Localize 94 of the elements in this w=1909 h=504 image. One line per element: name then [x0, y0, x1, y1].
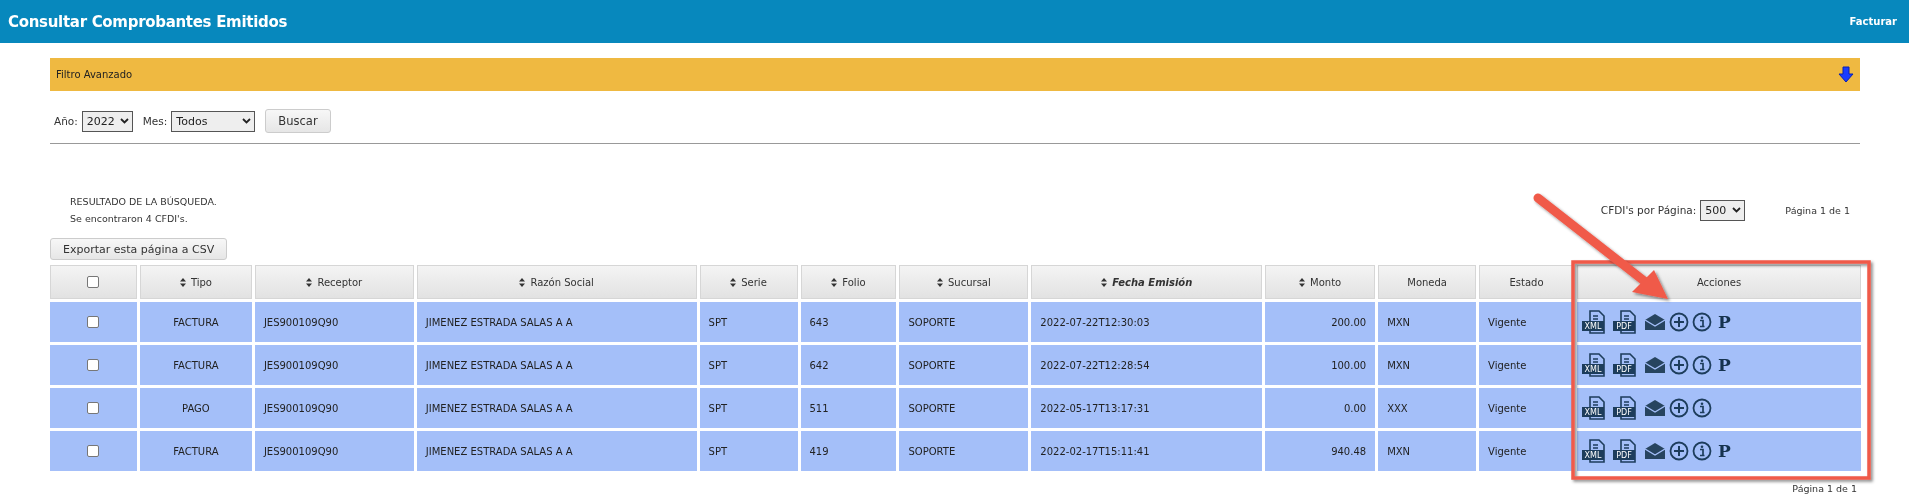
table-cell: FACTURA — [139, 302, 252, 342]
filter-title: Filtro Avanzado — [56, 69, 133, 80]
info-icon[interactable] — [1692, 398, 1713, 418]
table-cell: MXN — [1378, 431, 1477, 471]
sort-icon[interactable] — [1101, 278, 1108, 287]
table-cell: 643 — [800, 302, 897, 342]
column-header[interactable]: Serie — [699, 265, 798, 299]
sort-icon[interactable] — [730, 278, 737, 287]
envelope-icon[interactable] — [1644, 442, 1667, 460]
caret-icon — [242, 118, 252, 124]
table-cell: SPT — [699, 388, 798, 428]
sort-icon[interactable] — [306, 278, 313, 287]
table-cell: JIMENEZ ESTRADA SALAS A A — [416, 431, 697, 471]
table-cell: MXN — [1378, 345, 1477, 385]
row-checkbox[interactable] — [87, 316, 100, 328]
table-cell: FACTURA — [139, 345, 252, 385]
envelope-icon[interactable] — [1644, 313, 1667, 331]
plus-circle-icon[interactable] — [1669, 441, 1690, 461]
table-cell: JIMENEZ ESTRADA SALAS A A — [416, 302, 697, 342]
table-cell: JES900109Q90 — [254, 345, 414, 385]
plus-circle-icon[interactable] — [1669, 355, 1690, 375]
month-label: Mes: — [142, 115, 168, 127]
sort-icon[interactable] — [519, 278, 526, 287]
table-cell: SOPORTE — [899, 431, 1029, 471]
sort-icon[interactable] — [1299, 278, 1306, 287]
table-cell: 511 — [800, 388, 897, 428]
table-cell: 642 — [800, 345, 897, 385]
row-checkbox[interactable] — [87, 359, 100, 371]
table-cell: JIMENEZ ESTRADA SALAS A A — [416, 388, 697, 428]
column-header[interactable]: Fecha Emisión — [1031, 265, 1263, 299]
info-icon[interactable] — [1692, 441, 1713, 461]
p-letter-icon[interactable]: P — [1718, 355, 1731, 375]
sort-icon[interactable] — [937, 278, 943, 287]
info-icon[interactable] — [1692, 355, 1713, 375]
caret-icon — [1732, 207, 1742, 213]
table-cell: 2022-07-22T12:28:54 — [1031, 345, 1263, 385]
table-cell: MXN — [1378, 302, 1477, 342]
column-header[interactable]: Monto — [1265, 265, 1376, 299]
page-info: Página 1 de 1 — [1785, 204, 1850, 216]
table-cell: SOPORTE — [899, 388, 1029, 428]
table-cell: XXX — [1378, 388, 1477, 428]
per-page-label: CFDI's por Página: — [1600, 204, 1697, 216]
table-cell: JES900109Q90 — [254, 431, 414, 471]
table-cell: SOPORTE — [899, 345, 1029, 385]
page-info: Página 1 de 1 — [1792, 482, 1857, 496]
envelope-icon[interactable] — [1644, 356, 1667, 374]
p-letter-icon[interactable]: P — [1718, 441, 1731, 461]
plus-circle-icon[interactable] — [1669, 312, 1690, 332]
month-select[interactable]: Todos — [171, 110, 256, 132]
year-select[interactable]: 2022 — [81, 110, 133, 132]
column-header: Acciones — [1577, 265, 1861, 299]
plus-circle-icon[interactable] — [1669, 398, 1690, 418]
column-header[interactable]: Folio — [800, 265, 897, 299]
table-cell: 419 — [800, 431, 897, 471]
table-cell: FACTURA — [139, 431, 252, 471]
table-cell: JES900109Q90 — [254, 388, 414, 428]
column-header[interactable]: Tipo — [139, 265, 252, 299]
table-cell: 940.48 — [1265, 431, 1376, 471]
export-csv-button[interactable]: Exportar esta página a CSV — [50, 238, 228, 260]
per-page-select[interactable]: 500 — [1700, 199, 1746, 221]
filter-bar[interactable]: Filtro Avanzado — [50, 58, 1860, 91]
table-cell: 2022-07-22T12:30:03 — [1031, 302, 1263, 342]
column-header[interactable]: Receptor — [254, 265, 414, 299]
row-checkbox[interactable] — [87, 402, 100, 414]
table-cell: SOPORTE — [899, 302, 1029, 342]
table-cell: SPT — [699, 345, 798, 385]
row-checkbox[interactable] — [87, 445, 100, 457]
sort-icon[interactable] — [179, 278, 186, 287]
search-button[interactable]: Buscar — [265, 109, 331, 133]
table-cell: 200.00 — [1265, 302, 1376, 342]
table-cell: 0.00 — [1265, 388, 1376, 428]
arrow-down-icon[interactable] — [1838, 66, 1854, 83]
results-count: Se encontraron 4 CFDI's. — [70, 212, 189, 226]
invoice-link[interactable]: Facturar — [1849, 16, 1897, 27]
column-header[interactable]: Sucursal — [899, 265, 1029, 299]
year-label: Año: — [54, 115, 78, 127]
envelope-icon[interactable] — [1644, 399, 1667, 417]
info-icon[interactable] — [1692, 312, 1713, 332]
page-title: Consultar Comprobantes Emitidos — [8, 12, 288, 31]
column-header[interactable]: Razón Social — [416, 265, 697, 299]
table-cell: JIMENEZ ESTRADA SALAS A A — [416, 345, 697, 385]
table-cell: SPT — [699, 302, 798, 342]
table-cell: JES900109Q90 — [254, 302, 414, 342]
select-all-checkbox[interactable] — [87, 276, 100, 288]
table-cell: SPT — [699, 431, 798, 471]
column-header: Moneda — [1378, 265, 1477, 299]
results-heading: RESULTADO DE LA BÚSQUEDA. — [70, 195, 217, 209]
p-letter-icon[interactable]: P — [1718, 312, 1731, 332]
caret-icon — [119, 118, 129, 124]
table-cell: 2022-05-17T13:17:31 — [1031, 388, 1263, 428]
sort-icon[interactable] — [831, 278, 838, 287]
table-cell: 100.00 — [1265, 345, 1376, 385]
table-cell: PAGO — [139, 388, 252, 428]
table-cell: 2022-02-17T15:11:41 — [1031, 431, 1263, 471]
